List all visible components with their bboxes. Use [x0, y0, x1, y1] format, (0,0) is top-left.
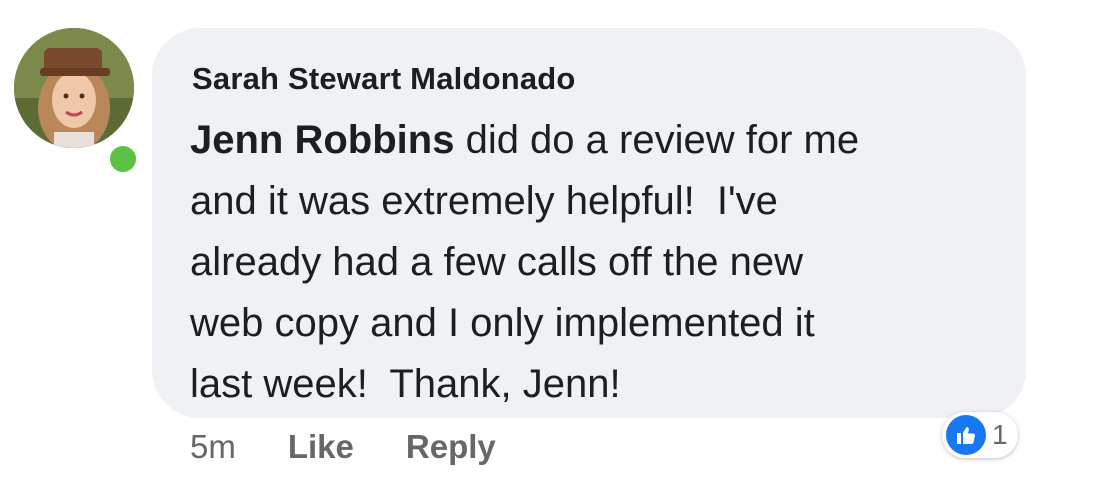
comment-timestamp[interactable]: 5m — [190, 428, 236, 466]
comment-actions: 5m Like Reply — [190, 428, 548, 466]
reaction-count: 1 — [992, 419, 1008, 450]
reaction-summary[interactable]: 1 — [942, 412, 1018, 458]
comment-text: Jenn Robbins did do a review for me and … — [190, 110, 1010, 415]
online-status-indicator — [106, 142, 140, 176]
thumbs-up-icon — [946, 415, 986, 455]
avatar-image — [14, 28, 134, 148]
like-button[interactable]: Like — [288, 428, 354, 466]
avatar-container[interactable] — [14, 28, 140, 176]
avatar[interactable] — [14, 28, 134, 148]
mention-link[interactable]: Jenn Robbins — [190, 118, 454, 162]
reply-button[interactable]: Reply — [406, 428, 496, 466]
comment-author-name[interactable]: Sarah Stewart Maldonado — [192, 61, 576, 97]
comment-bubble: Sarah Stewart Maldonado Jenn Robbins did… — [152, 28, 1026, 418]
